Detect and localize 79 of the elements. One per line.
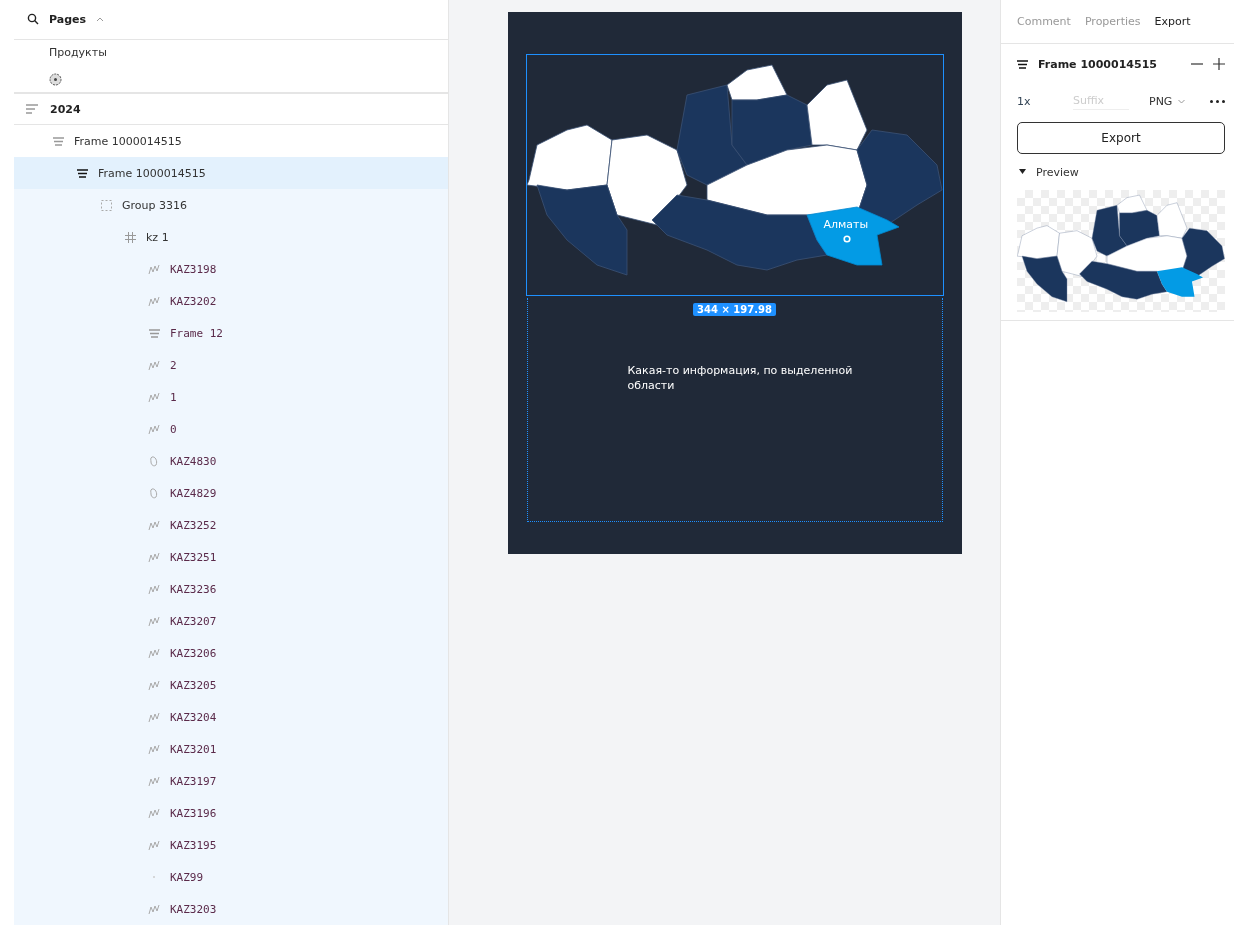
export-button[interactable]: Export: [1017, 122, 1225, 154]
layer-row[interactable]: 2: [14, 349, 448, 381]
layer-row[interactable]: KAZ3197: [14, 765, 448, 797]
layer-name: KAZ3198: [170, 262, 217, 276]
frame-icon: [76, 168, 88, 178]
layer-row[interactable]: KAZ3195: [14, 829, 448, 861]
region-label: Алматы: [823, 218, 869, 231]
pages-title[interactable]: Pages: [49, 12, 87, 26]
info-text: Какая-то информация, по выделенной области: [627, 363, 854, 393]
chevron-icon[interactable]: [96, 16, 105, 23]
layer-row[interactable]: KAZ99: [14, 861, 448, 893]
layer-row[interactable]: KAZ4829: [14, 477, 448, 509]
layer-row[interactable]: KAZ3203: [14, 893, 448, 925]
selected-layer-row[interactable]: Frame 1000014515: [14, 157, 448, 189]
panel-tab[interactable]: Export: [1154, 15, 1191, 28]
layer-row[interactable]: 0: [14, 413, 448, 445]
layer-name: KAZ99: [170, 870, 204, 884]
layer-row[interactable]: KAZ3236: [14, 573, 448, 605]
layer-row[interactable]: KAZ3204: [14, 701, 448, 733]
search-icon[interactable]: [27, 13, 39, 26]
layer-name: KAZ3251: [170, 550, 217, 564]
layer-name: KAZ4829: [170, 486, 217, 500]
layer-row[interactable]: KAZ3196: [14, 797, 448, 829]
pin-icon: [842, 235, 851, 243]
layer-name: KAZ3206: [170, 646, 217, 660]
layer-row[interactable]: KAZ3207: [14, 605, 448, 637]
group-icon: [100, 199, 112, 211]
plus-icon[interactable]: [1213, 58, 1225, 70]
layer-row[interactable]: KAZ4830: [14, 445, 448, 477]
shape-icon: [149, 487, 159, 499]
layer-name: KAZ3204: [170, 710, 217, 724]
dot-icon: [151, 874, 157, 880]
layer-row[interactable]: KAZ3205: [14, 669, 448, 701]
layer-name: Frame 1000014515: [1038, 57, 1158, 71]
layer-name: 0: [170, 422, 177, 436]
layer-name: KAZ3195: [170, 838, 217, 852]
section-title[interactable]: 2024: [50, 102, 81, 116]
layer-row[interactable]: Frame 1000014515: [14, 125, 448, 157]
layer-name: KAZ3203: [170, 902, 217, 916]
layer-name: Group 3316: [122, 198, 187, 212]
page-item[interactable]: Продукты: [49, 46, 107, 60]
frame-icon: [148, 328, 160, 338]
layer-name: KAZ3202: [170, 294, 217, 308]
layer-name: KAZ3252: [170, 518, 217, 532]
layer-row[interactable]: KAZ3198: [14, 253, 448, 285]
layer-name: KAZ3205: [170, 678, 217, 692]
layer-name: KAZ3196: [170, 806, 217, 820]
layer-name: KAZ3201: [170, 742, 217, 756]
layer-name: KAZ3197: [170, 774, 217, 788]
hash-icon: [124, 231, 136, 243]
shape-icon: [149, 455, 159, 467]
triangle-icon[interactable]: [1019, 169, 1026, 175]
layer-name: Frame 1000014515: [74, 134, 182, 148]
scale-field[interactable]: 1x: [1017, 94, 1067, 108]
layer-row[interactable]: KAZ3206: [14, 637, 448, 669]
layer-name: 1: [170, 390, 177, 404]
layer-name: Frame 1000014515: [98, 166, 206, 180]
frame-icon: [52, 136, 64, 146]
layer-row[interactable]: KAZ3252: [14, 509, 448, 541]
frame-icon: [26, 104, 38, 115]
more-icon[interactable]: [1210, 99, 1225, 103]
layer-name: 2: [170, 358, 177, 372]
layer-name: KAZ3236: [170, 582, 217, 596]
format-dropdown[interactable]: PNG: [1149, 94, 1173, 108]
gear-icon[interactable]: [49, 72, 62, 86]
layer-name: Frame 12: [170, 326, 223, 340]
layer-name: kz 1: [146, 230, 169, 244]
layer-row[interactable]: Frame 12: [14, 317, 448, 349]
layer-name: KAZ3207: [170, 614, 217, 628]
layer-row[interactable]: kz 1: [14, 221, 448, 253]
frame-icon: [1017, 59, 1028, 69]
layer-row[interactable]: KAZ3201: [14, 733, 448, 765]
preview-label[interactable]: Preview: [1036, 165, 1079, 179]
layer-row[interactable]: KAZ3251: [14, 541, 448, 573]
layer-row[interactable]: 1: [14, 381, 448, 413]
layer-row[interactable]: KAZ3202: [14, 285, 448, 317]
layer-row[interactable]: Group 3316: [14, 189, 448, 221]
size-badge: 344 × 197.98: [693, 303, 776, 316]
layer-name: KAZ4830: [170, 454, 217, 468]
